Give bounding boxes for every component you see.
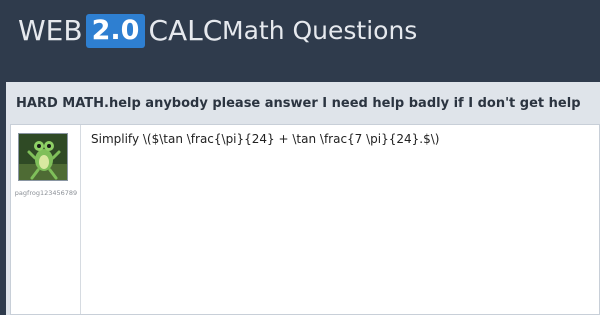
logo-web-text: WEB [18,14,83,47]
poster-username[interactable]: pagfrog123456789 [11,189,81,197]
question-content: Simplify \($\tan \frac{\pi}{24} + \tan \… [91,132,440,146]
question-post: pagfrog123456789 Simplify \($\tan \frac{… [10,124,600,315]
logo-version-badge: 2.0 [85,14,146,48]
top-header: WEB 2.0 CALC Math Questions [0,0,600,62]
frog-icon[interactable] [18,133,68,181]
site-logo[interactable]: WEB 2.0 CALC [18,12,222,50]
question-title: HARD MATH.help anybody please answer I n… [16,96,581,111]
poster-column: pagfrog123456789 [11,125,81,314]
logo-calc-text: CALC [148,14,223,47]
question-card: HARD MATH.help anybody please answer I n… [6,82,600,315]
section-title[interactable]: Math Questions [222,14,417,48]
